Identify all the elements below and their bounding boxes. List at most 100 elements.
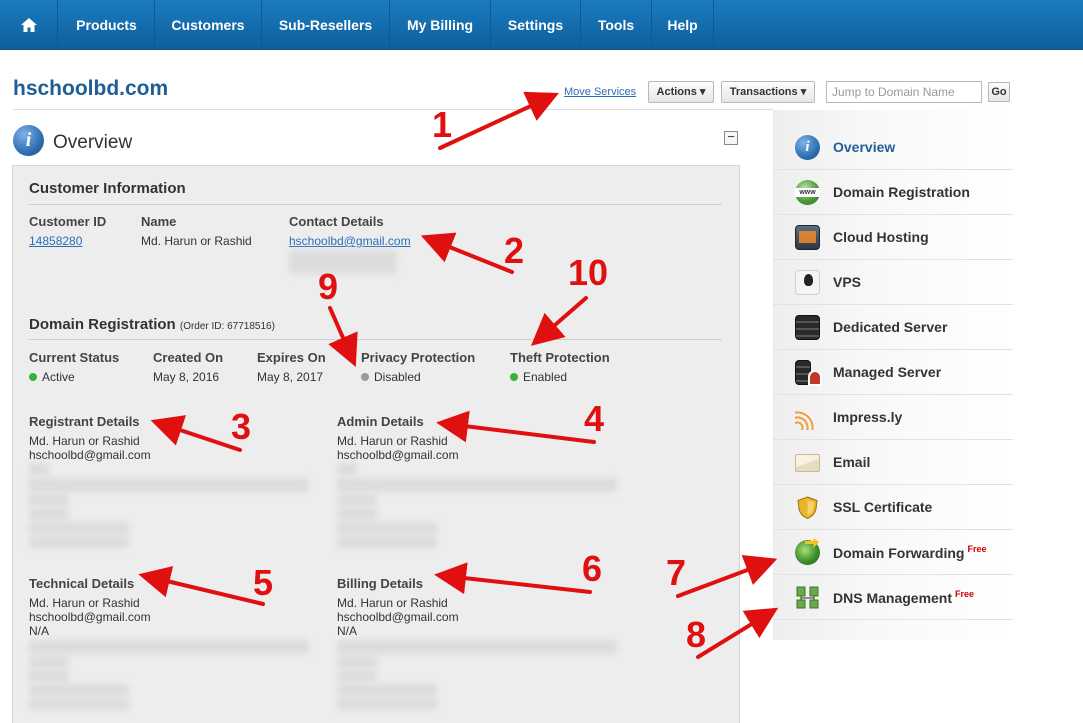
sidebar-item-label: DNS Management Free: [833, 589, 974, 606]
redacted-line: [29, 508, 69, 520]
sidebar-item-label: Managed Server: [833, 364, 942, 380]
transactions-dropdown[interactable]: Transactions ▾: [721, 81, 815, 103]
sidebar-item-label: SSL Certificate: [833, 499, 933, 515]
nav-sub-resellers[interactable]: Sub-Resellers: [262, 0, 390, 50]
shield-icon: [795, 495, 820, 520]
technical-extra: N/A: [29, 624, 50, 638]
redacted-line: [29, 698, 129, 710]
privacy-protection-value[interactable]: Disabled: [361, 370, 421, 384]
go-button[interactable]: Go: [988, 82, 1010, 102]
redacted-line: [337, 656, 377, 668]
info-icon: i: [795, 135, 820, 160]
nav-tools[interactable]: Tools: [581, 0, 652, 50]
home-icon: [20, 18, 37, 32]
sidebar-item-label: Overview: [833, 139, 896, 155]
registrant-details-label[interactable]: Registrant Details: [29, 414, 140, 429]
sidebar-item-label: VPS: [833, 274, 862, 290]
redacted-line: [29, 640, 309, 654]
status-enabled-icon: [510, 373, 518, 381]
envelope-icon: [795, 454, 820, 472]
sidebar-item-ssl-certificate[interactable]: SSL Certificate: [773, 485, 1013, 530]
theft-text: Enabled: [523, 370, 568, 384]
current-status-label: Current Status: [29, 350, 120, 365]
annotation-number-4: 4: [584, 398, 605, 439]
page-title: hschoolbd.com: [13, 77, 169, 100]
privacy-protection-label: Privacy Protection: [361, 350, 476, 365]
admin-details-label[interactable]: Admin Details: [337, 414, 424, 429]
theft-protection-value[interactable]: Enabled: [510, 370, 567, 384]
redacted-line: [337, 670, 377, 682]
redacted-line: [337, 508, 377, 520]
redacted-line: [29, 522, 129, 534]
theft-protection-label: Theft Protection: [510, 350, 610, 365]
sidebar-item-domain-registration[interactable]: www Domain Registration: [773, 170, 1013, 215]
sidebar-item-managed-server[interactable]: Managed Server: [773, 350, 1013, 395]
annotation-number-5: 5: [253, 562, 274, 603]
billing-name: Md. Harun or Rashid: [337, 596, 448, 610]
sidebar-item-vps[interactable]: VPS: [773, 260, 1013, 305]
globe-arrow-icon: [795, 538, 820, 565]
sidebar-item-label: Cloud Hosting: [833, 229, 929, 245]
top-navigation: Products Customers Sub-Resellers My Bill…: [0, 0, 1083, 50]
status-active-icon: [29, 373, 37, 381]
move-services-link[interactable]: Move Services: [564, 86, 636, 98]
annotation-number-7: 7: [666, 552, 687, 593]
customer-id-link[interactable]: 14858280: [29, 234, 82, 248]
actions-dropdown[interactable]: Actions ▾: [648, 81, 714, 103]
sidebar-item-label: Domain Registration: [833, 184, 970, 200]
sidebar-item-email[interactable]: Email: [773, 440, 1013, 485]
redacted-line: [29, 494, 69, 506]
annotation-arrow-1: [438, 91, 559, 150]
admin-name: Md. Harun or Rashid: [337, 434, 448, 448]
redacted-line: [337, 478, 617, 492]
privacy-text: Disabled: [374, 370, 421, 384]
dns-network-icon: [795, 585, 820, 610]
nav-customers[interactable]: Customers: [155, 0, 262, 50]
billing-details-label[interactable]: Billing Details: [337, 576, 423, 591]
status-disabled-icon: [361, 373, 369, 381]
globe-www-icon: www: [795, 180, 820, 205]
name-label: Name: [141, 214, 177, 229]
domain-registration-title: Domain Registration (Order ID: 67718516): [29, 316, 275, 333]
redacted-line: [337, 684, 437, 696]
nav-products[interactable]: Products: [59, 0, 155, 50]
overview-title: Overview: [53, 132, 133, 153]
registrant-email: hschoolbd@gmail.com: [29, 448, 151, 462]
sidebar-item-label: Dedicated Server: [833, 319, 948, 335]
section-divider: [29, 204, 722, 205]
cloud-hosting-icon: [795, 225, 820, 250]
annotation-number-9: 9: [318, 266, 339, 307]
redacted-line: [337, 494, 377, 506]
domain-registration-heading: Domain Registration: [29, 316, 176, 333]
sidebar-item-domain-forwarding[interactable]: Domain Forwarding Free: [773, 530, 1013, 575]
registrant-name: Md. Harun or Rashid: [29, 434, 140, 448]
admin-email: hschoolbd@gmail.com: [337, 448, 459, 462]
sidebar-item-dedicated-server[interactable]: Dedicated Server: [773, 305, 1013, 350]
customer-info-title: Customer Information: [29, 180, 186, 197]
annotation-number-6: 6: [582, 548, 603, 589]
sidebar-item-overview[interactable]: i Overview: [773, 125, 1013, 170]
contact-email-link[interactable]: hschoolbd@gmail.com: [289, 234, 411, 248]
nav-settings[interactable]: Settings: [491, 0, 581, 50]
sidebar-item-impressly[interactable]: Impress.ly: [773, 395, 1013, 440]
created-on-label: Created On: [153, 350, 224, 365]
nav-my-billing[interactable]: My Billing: [390, 0, 491, 50]
annotation-number-1: 1: [432, 104, 453, 145]
nav-help[interactable]: Help: [652, 0, 714, 50]
jump-to-domain-input[interactable]: [826, 81, 982, 103]
customer-id-label: Customer ID: [29, 214, 107, 229]
collapse-button[interactable]: −: [724, 130, 738, 145]
home-button[interactable]: [0, 0, 58, 50]
sidebar-item-text: DNS Management: [833, 590, 953, 606]
linux-penguin-icon: [795, 270, 820, 295]
annotation-number-8: 8: [686, 614, 707, 655]
redacted-line: [29, 656, 69, 668]
redacted-line: [337, 536, 437, 548]
section-divider: [29, 339, 722, 340]
created-on-value: May 8, 2016: [153, 370, 220, 384]
customer-name: Md. Harun or Rashid: [141, 234, 252, 248]
sidebar-item-dns-management[interactable]: DNS Management Free: [773, 575, 1013, 620]
technical-details-label[interactable]: Technical Details: [29, 576, 134, 591]
sidebar-item-cloud-hosting[interactable]: Cloud Hosting: [773, 215, 1013, 260]
annotation-number-10: 10: [568, 252, 609, 293]
